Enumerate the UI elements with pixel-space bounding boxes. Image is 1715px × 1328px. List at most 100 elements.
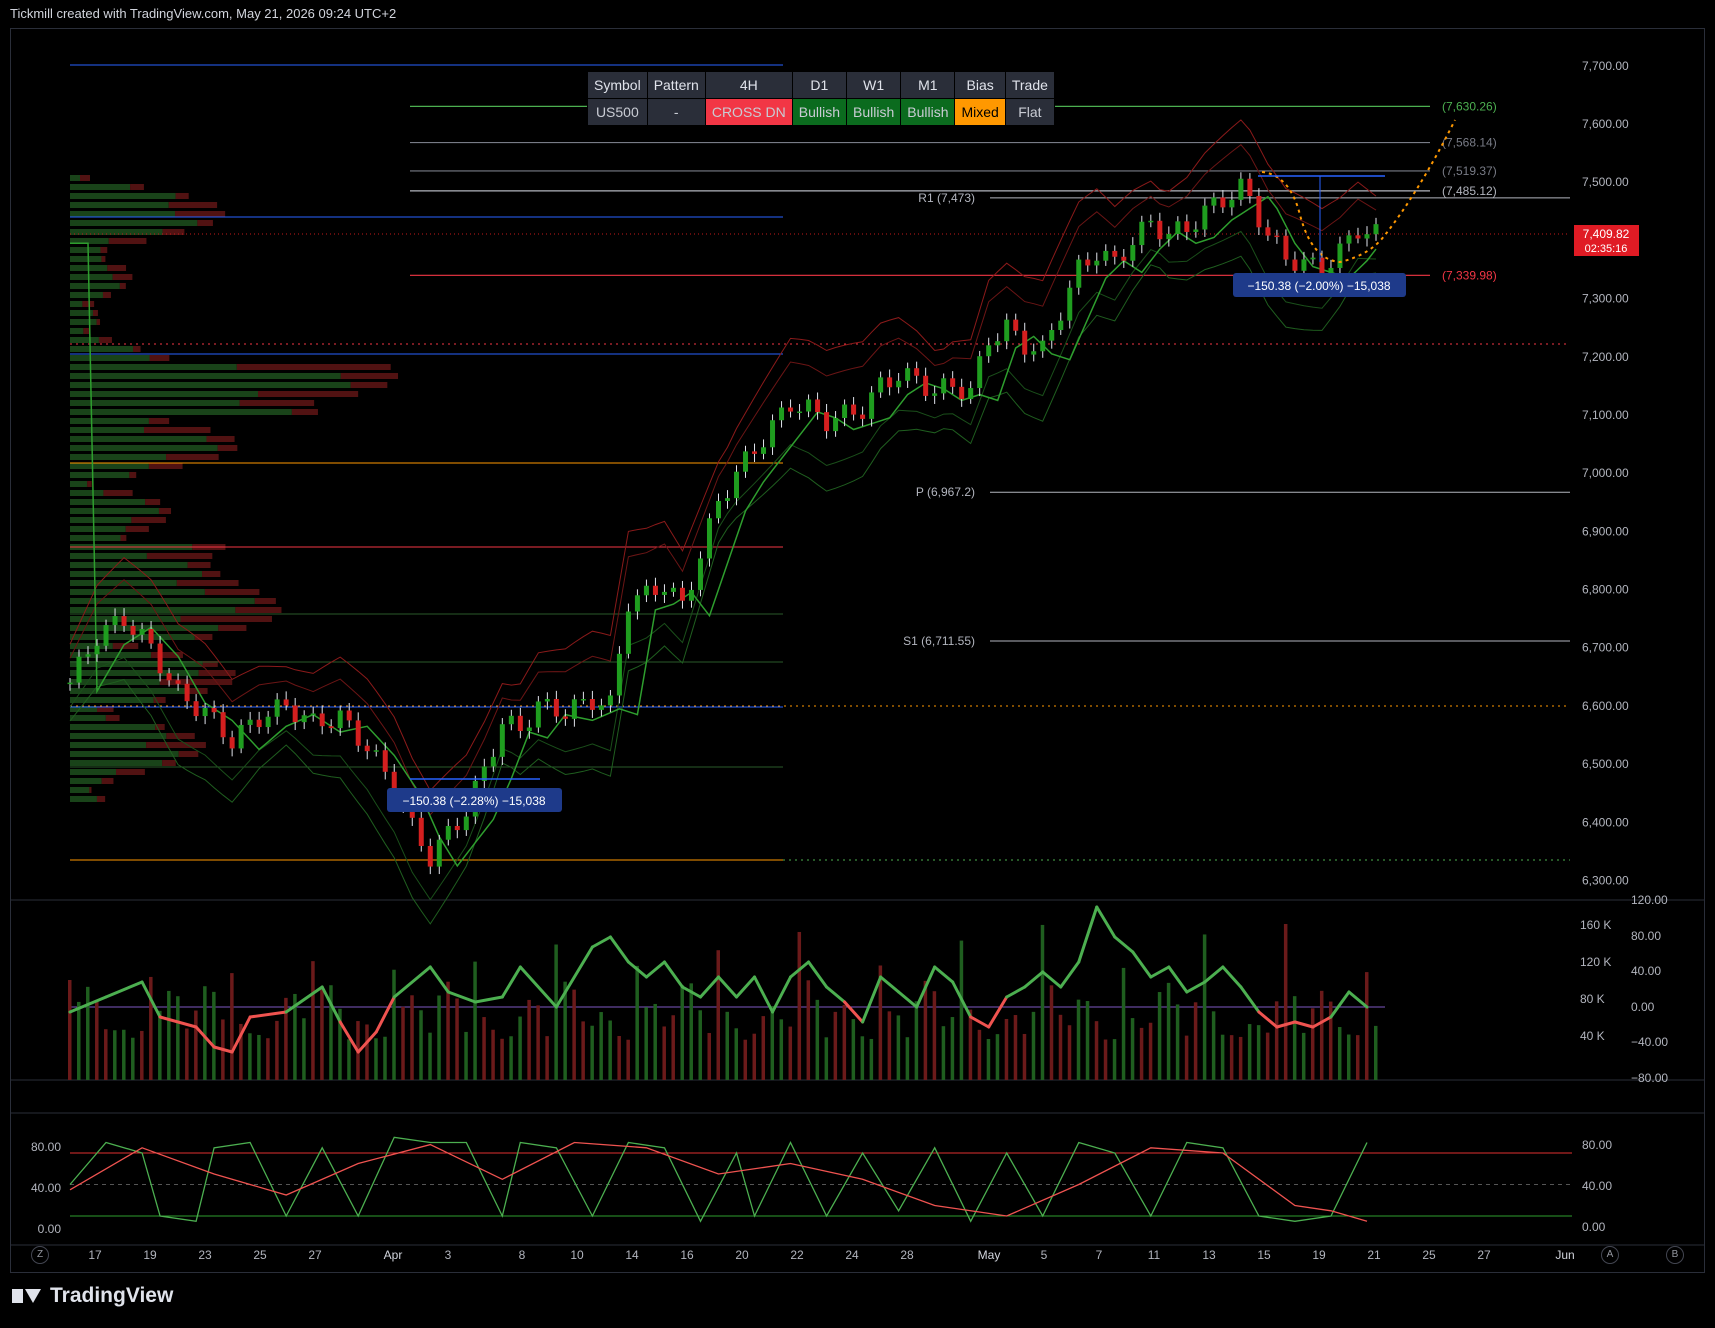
tradingview-logo-icon <box>12 1287 42 1305</box>
volume-profile-bar <box>70 220 198 226</box>
volume-profile-bar <box>70 337 99 343</box>
timezone-button[interactable]: Z <box>31 1246 49 1264</box>
volume-profile-bar <box>166 454 219 460</box>
volume-profile-bar <box>198 670 236 676</box>
candle-body <box>607 695 613 706</box>
auto-scale-button[interactable]: A <box>1601 1246 1619 1264</box>
volume-profile-bar <box>70 751 179 757</box>
volume-bar <box>860 1036 865 1080</box>
x-tick-label: 13 <box>1202 1248 1216 1262</box>
volume-profile-bar <box>235 607 282 613</box>
oscillator-line-segment <box>374 995 396 1034</box>
volume-bar <box>1211 1011 1216 1080</box>
table-value-cell: Flat <box>1004 98 1055 126</box>
volume-bar <box>176 996 180 1080</box>
volume-profile-bar <box>70 292 103 298</box>
volume-profile-bar <box>101 778 114 784</box>
volume-bar <box>1283 924 1288 1080</box>
x-tick-label: 20 <box>735 1248 749 1262</box>
volume-bar <box>464 1031 468 1080</box>
volume-bar <box>617 1036 621 1080</box>
volume-profile-bar <box>70 184 131 190</box>
candle-body <box>752 451 758 454</box>
candle-body <box>139 629 145 635</box>
volume-bar <box>167 990 171 1080</box>
volume-profile-bar <box>204 589 260 595</box>
volume-profile-bar <box>148 418 170 424</box>
volume-bar <box>311 961 315 1080</box>
volume-bar <box>797 931 802 1080</box>
volume-bar <box>896 1015 901 1080</box>
y-tick-label: 6,800.00 <box>1582 583 1629 597</box>
volume-profile-bar <box>70 391 259 397</box>
volume-profile-bar <box>70 796 97 802</box>
candle-body <box>364 745 370 752</box>
x-tick-label: 23 <box>198 1248 212 1262</box>
volume-bar <box>266 1038 270 1080</box>
volume-profile-bar <box>70 724 156 730</box>
volume-profile-bar <box>70 211 176 217</box>
candle-body <box>715 500 721 519</box>
volume-bar <box>500 1038 504 1080</box>
table-value-cell: Mixed <box>954 98 1006 126</box>
candle-body <box>175 680 181 684</box>
candle-body <box>1346 235 1352 244</box>
volume-profile-bar <box>144 427 211 433</box>
volume-profile-bar <box>70 355 150 361</box>
volume-bar <box>680 985 684 1080</box>
candle-body <box>121 616 127 626</box>
candle-body <box>806 399 812 412</box>
x-tick-label: 7 <box>1096 1248 1103 1262</box>
chart-stage[interactable]: Tickmill created with TradingView.com, M… <box>0 0 1715 1328</box>
candle-body <box>797 411 803 414</box>
volume-bar <box>419 1010 423 1080</box>
volume-profile-bar <box>103 490 133 496</box>
volume-bar <box>626 1039 630 1080</box>
volume-bar <box>1085 1001 1090 1080</box>
volume-profile-bar <box>70 652 152 658</box>
volume-profile-bar <box>254 598 276 604</box>
candle-body <box>679 587 685 601</box>
target-level-label: (7,339.98) <box>1442 268 1497 282</box>
candle-body <box>661 591 667 595</box>
y-tick-label: 6,600.00 <box>1582 699 1629 713</box>
candle-body <box>1049 330 1055 341</box>
candle-body <box>580 699 586 701</box>
oscillator-line-segment <box>879 975 901 994</box>
volume-bar <box>1175 1004 1180 1080</box>
table-value-cell: Bullish <box>791 98 847 126</box>
x-tick-label: 19 <box>1312 1248 1326 1262</box>
candle-body <box>571 699 577 719</box>
table-header-cell: 4H <box>704 71 793 99</box>
volume-bar <box>1256 1025 1261 1080</box>
chart-svg[interactable]: 7,700.007,600.007,500.007,400.007,300.00… <box>0 0 1715 1328</box>
volume-bar <box>581 1021 585 1080</box>
tradingview-logo: TradingView <box>12 1284 173 1308</box>
candle-body <box>833 417 839 432</box>
volume-profile-bar <box>70 193 176 199</box>
table-value-cell: Bullish <box>900 98 956 126</box>
candle-body <box>887 377 893 388</box>
candle-body <box>977 356 983 389</box>
volume-bar <box>491 1029 495 1080</box>
signal-table: Symbol Pattern 4H D1 W1 M1 Bias Trade US500- CRO… <box>587 71 1055 126</box>
x-tick-label: 8 <box>519 1248 526 1262</box>
candle-body <box>950 378 956 387</box>
bar-mode-button[interactable]: B <box>1666 1246 1684 1264</box>
x-tick-label: 21 <box>1367 1248 1381 1262</box>
candle-body <box>499 724 505 757</box>
volume-profile-bar <box>70 364 237 370</box>
volume-profile-bar <box>70 319 97 325</box>
oscillator-line-segment <box>392 965 432 999</box>
candle-body <box>1130 245 1136 261</box>
table-header-cell: Bias <box>954 71 1006 99</box>
oscillator-line-segment <box>1113 935 1135 954</box>
table-value-cell: - <box>646 98 706 126</box>
target-level-label: (7,485.12) <box>1442 184 1497 198</box>
volume-profile-bar <box>340 373 399 379</box>
candle-body <box>1058 320 1064 331</box>
volume-bar <box>644 1007 648 1080</box>
candle-body <box>869 392 875 419</box>
oscillator-line-segment <box>861 975 883 1024</box>
candle-body <box>211 707 217 713</box>
